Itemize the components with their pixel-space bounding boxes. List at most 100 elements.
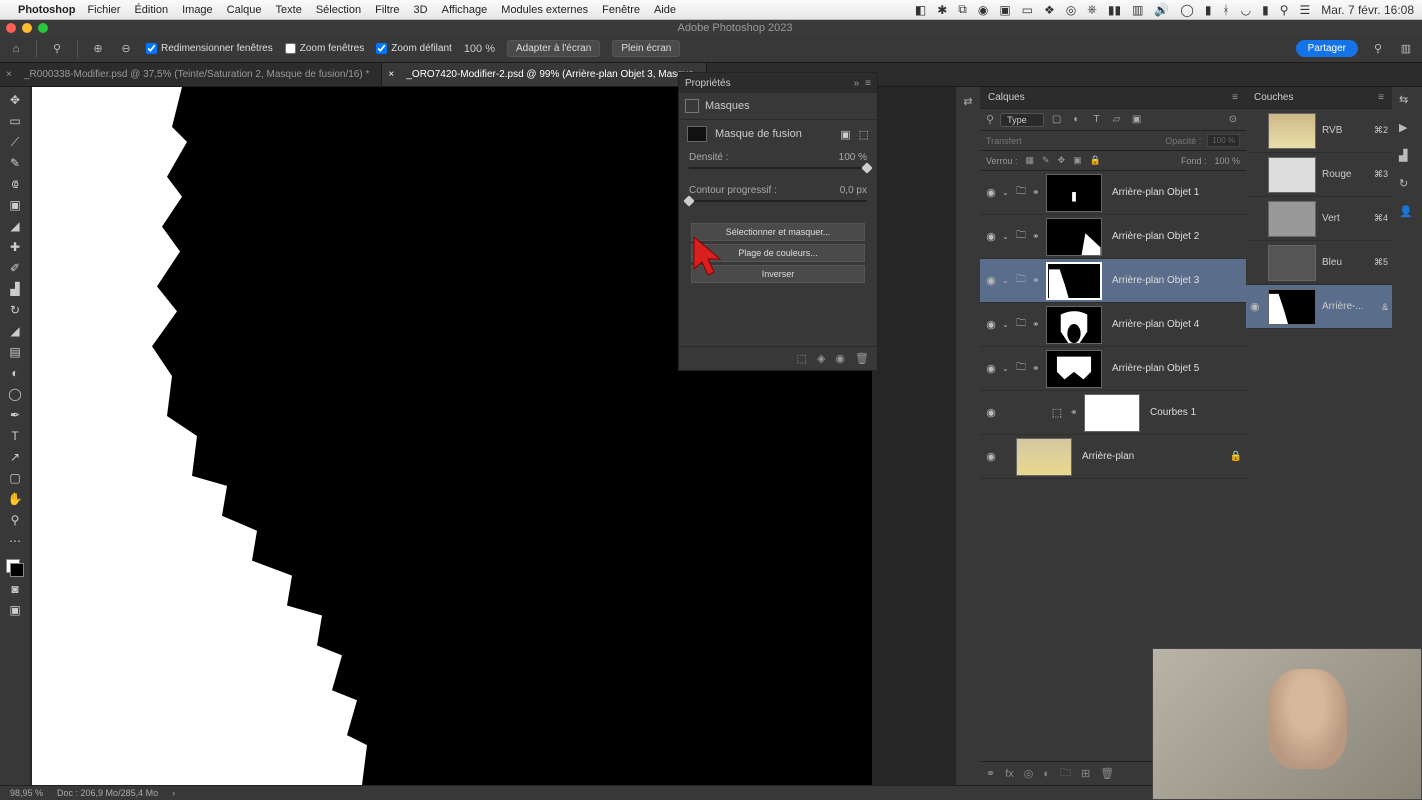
control-center-icon[interactable]: ☰ (1300, 3, 1311, 17)
channel-row[interactable]: RVB⌘2 (1246, 109, 1392, 153)
document-tab[interactable]: ×_ORO7420-Modifier-2.psd @ 99% (Arrière-… (382, 63, 707, 86)
layer-row[interactable]: ◉⌄🗀⚭ Arrière-plan Objet 1 (980, 171, 1246, 215)
layer-row[interactable]: ◉⌄🗀⚭ Arrière-plan Objet 3 (980, 259, 1246, 303)
mask-mode-icon[interactable] (685, 99, 699, 113)
menu-window[interactable]: Fenêtre (602, 4, 640, 16)
layer-row[interactable]: ◉ Arrière-plan 🔒 (980, 435, 1246, 479)
visibility-icon[interactable]: ◉ (984, 318, 998, 331)
type-tool[interactable]: T (4, 427, 26, 445)
chevron-down-icon[interactable]: ⌄ (1002, 320, 1012, 329)
color-swatch[interactable] (6, 559, 24, 577)
pen-tool[interactable]: ✒ (4, 406, 26, 424)
close-icon[interactable]: × (6, 69, 12, 80)
layer-row[interactable]: ◉⌄🗀⚭ Arrière-plan Objet 5 (980, 347, 1246, 391)
tray-icon[interactable]: ◎ (1066, 3, 1076, 17)
chevron-down-icon[interactable]: ⌄ (1002, 276, 1012, 285)
blend-mode-select[interactable]: Transfert (986, 136, 1022, 146)
layer-name[interactable]: Arrière-plan Objet 4 (1112, 319, 1199, 330)
layer-row[interactable]: ◉⌄🗀⚭ Arrière-plan Objet 4 (980, 303, 1246, 347)
lock-position-icon[interactable]: ✥ (1058, 155, 1066, 166)
filter-adj-icon[interactable]: ◐ (1070, 113, 1084, 127)
mask-thumbnail[interactable] (1084, 394, 1140, 432)
collapse-icon[interactable]: » (854, 78, 860, 89)
healing-tool[interactable]: ✚ (4, 238, 26, 256)
tray-icon[interactable]: ▮▮ (1108, 3, 1121, 17)
stamp-tool[interactable]: ▟ (4, 280, 26, 298)
channel-row[interactable]: Vert⌘4 (1246, 197, 1392, 241)
zoom-tool-icon[interactable]: ⚲ (49, 41, 65, 57)
disable-mask-icon[interactable]: ◉ (835, 352, 845, 365)
dodge-tool[interactable]: ◯ (4, 385, 26, 403)
blur-tool[interactable]: ◐ (4, 364, 26, 382)
filter-toggle-icon[interactable]: ⊙ (1226, 113, 1240, 127)
menu-help[interactable]: Aide (654, 4, 676, 16)
search-icon[interactable]: ⚲ (1370, 41, 1386, 57)
share-button[interactable]: Partager (1296, 40, 1358, 57)
feather-value[interactable]: 0,0 px (840, 185, 867, 196)
tray-icon[interactable]: ❖ (1044, 3, 1055, 17)
lasso-tool[interactable]: ⟋ (4, 133, 26, 151)
zoom-in-icon[interactable]: ⊕ (90, 41, 106, 57)
opacity-field[interactable]: 100 % (1207, 134, 1240, 147)
chevron-down-icon[interactable]: ⌄ (1002, 232, 1012, 241)
mask-thumbnail[interactable] (1046, 174, 1102, 212)
adjustments-icon[interactable]: ⇄ (963, 95, 972, 108)
chevron-right-icon[interactable]: › (172, 788, 175, 798)
tray-icon[interactable]: ✱ (937, 3, 947, 17)
adjustment-icon[interactable]: ◐ (1043, 768, 1050, 780)
marquee-tool[interactable]: ▭ (4, 112, 26, 130)
histogram-icon[interactable]: ▟ (1399, 149, 1415, 165)
menu-file[interactable]: Fichier (87, 4, 120, 16)
layer-name[interactable]: Arrière-plan Objet 2 (1112, 231, 1199, 242)
gradient-tool[interactable]: ▤ (4, 343, 26, 361)
zoom-100[interactable]: 100 % (464, 43, 495, 55)
link-layers-icon[interactable]: ⚭ (986, 767, 995, 780)
menu-filter[interactable]: Filtre (375, 4, 399, 16)
vector-mask-icon[interactable]: ⬚ (859, 128, 869, 141)
mask-thumbnail[interactable] (1046, 306, 1102, 344)
eyedropper-tool[interactable]: ◢ (4, 217, 26, 235)
channel-row[interactable]: Bleu⌘5 (1246, 241, 1392, 285)
menu-edit[interactable]: Édition (134, 4, 168, 16)
visibility-icon[interactable]: ◉ (984, 274, 998, 287)
layer-name[interactable]: Arrière-plan Objet 1 (1112, 187, 1199, 198)
move-tool[interactable]: ✥ (4, 91, 26, 109)
mask-thumbnail[interactable] (1046, 262, 1102, 300)
path-tool[interactable]: ↗ (4, 448, 26, 466)
close-icon[interactable]: × (388, 69, 394, 80)
close-window[interactable] (6, 23, 16, 33)
workspace-icon[interactable]: ▥ (1398, 41, 1414, 57)
lock-pixels-icon[interactable]: ✎ (1042, 155, 1050, 166)
visibility-icon[interactable]: ◉ (984, 362, 998, 375)
zoom-tool[interactable]: ⚲ (4, 511, 26, 529)
tray-icon[interactable]: 🔊 (1154, 3, 1169, 17)
panel-tab-channels[interactable]: Couches≡ (1246, 87, 1392, 109)
layer-thumbnail[interactable] (1016, 438, 1072, 476)
document-tab[interactable]: ×_R000338-Modifier.psd @ 37,5% (Teinte/S… (0, 63, 382, 86)
panel-menu-icon[interactable]: ≡ (865, 78, 871, 89)
wifi-icon[interactable]: ◡ (1241, 3, 1251, 17)
visibility-icon[interactable]: ◉ (984, 186, 998, 199)
zoom-windows-check[interactable]: Zoom fenêtres (285, 43, 364, 54)
menu-select[interactable]: Sélection (316, 4, 361, 16)
channel-row[interactable]: ◉ Arrière-...& (1246, 285, 1392, 329)
visibility-icon[interactable]: ◉ (984, 406, 998, 419)
fill-field[interactable]: 100 % (1214, 156, 1240, 166)
zoom-level[interactable]: 98,95 % (10, 788, 43, 798)
screen-mode-icon[interactable]: ▣ (4, 601, 26, 619)
density-slider[interactable] (689, 167, 867, 169)
menu-view[interactable]: Affichage (442, 4, 488, 16)
tray-icon[interactable]: ⎈ (1087, 2, 1097, 17)
mask-icon[interactable]: ◎ (1024, 767, 1034, 780)
pixel-mask-icon[interactable]: ▣ (840, 128, 850, 141)
layer-name[interactable]: Arrière-plan (1082, 451, 1134, 462)
chevron-down-icon[interactable]: ⌄ (1002, 364, 1012, 373)
quick-mask-icon[interactable]: ◙ (4, 580, 26, 598)
mask-thumbnail[interactable] (1046, 350, 1102, 388)
history-icon[interactable]: ↻ (1399, 177, 1415, 193)
tray-icon[interactable]: ▣ (999, 3, 1010, 17)
arrange-icon[interactable]: ⇆ (1399, 93, 1415, 109)
resize-windows-check[interactable]: Redimensionner fenêtres (146, 43, 273, 54)
layer-name[interactable]: Courbes 1 (1150, 407, 1196, 418)
panel-menu-icon[interactable]: ≡ (1232, 92, 1238, 103)
